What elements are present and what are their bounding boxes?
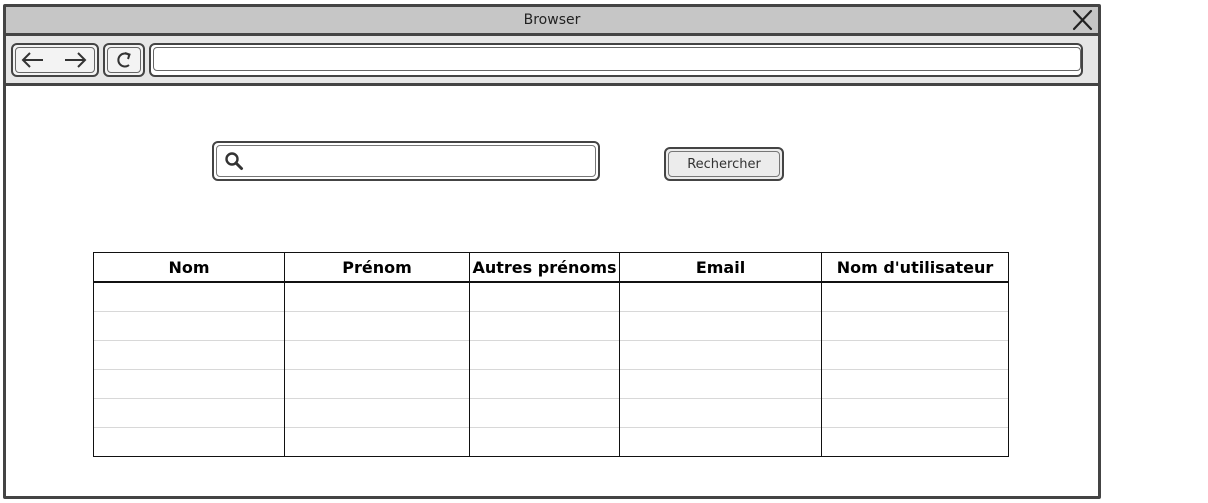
- table-cell: [284, 281, 470, 312]
- table-cell: [619, 427, 822, 457]
- table-cell: [469, 311, 620, 341]
- search-icon: [225, 152, 243, 170]
- column-header-nom-utilisateur[interactable]: Nom d'utilisateur: [821, 252, 1009, 283]
- column-header-email[interactable]: Email: [619, 252, 822, 283]
- address-input[interactable]: [153, 47, 1081, 71]
- table-cell: [284, 427, 470, 457]
- table-cell: [619, 369, 822, 399]
- table-row[interactable]: [93, 311, 1009, 341]
- table-header-row: Nom Prénom Autres prénoms Email Nom d'ut…: [93, 252, 1009, 283]
- navigation-buttons: [11, 43, 99, 77]
- table-cell: [821, 369, 1009, 399]
- arrow-left-icon: [21, 52, 43, 68]
- table-cell: [821, 281, 1009, 312]
- table-cell: [469, 398, 620, 428]
- table-cell: [284, 311, 470, 341]
- reload-button[interactable]: [103, 43, 145, 77]
- search-button-label: Rechercher: [668, 151, 780, 177]
- reload-button-frame: [107, 47, 141, 73]
- table-cell: [93, 311, 285, 341]
- table-cell: [469, 340, 620, 370]
- table-row[interactable]: [93, 281, 1009, 312]
- table-cell: [619, 398, 822, 428]
- address-bar[interactable]: [149, 43, 1083, 77]
- table-row[interactable]: [93, 398, 1009, 428]
- table-cell: [821, 398, 1009, 428]
- search-input[interactable]: [250, 148, 594, 174]
- table-cell: [619, 311, 822, 341]
- browser-toolbar: [6, 36, 1098, 86]
- table-cell: [619, 281, 822, 312]
- table-cell: [821, 311, 1009, 341]
- table-cell: [284, 340, 470, 370]
- table-row[interactable]: [93, 369, 1009, 399]
- table-cell: [469, 427, 620, 457]
- arrow-right-icon: [65, 52, 87, 68]
- page-content: Rechercher Nom Prénom Autres prénoms Ema…: [6, 86, 1098, 496]
- table-cell: [93, 281, 285, 312]
- table-cell: [469, 281, 620, 312]
- results-table: Nom Prénom Autres prénoms Email Nom d'ut…: [93, 252, 1009, 457]
- table-row[interactable]: [93, 427, 1009, 457]
- table-body: [93, 281, 1009, 457]
- table-cell: [93, 427, 285, 457]
- table-cell: [469, 369, 620, 399]
- title-bar: Browser: [6, 7, 1098, 36]
- table-row[interactable]: [93, 340, 1009, 370]
- column-header-nom[interactable]: Nom: [93, 252, 285, 283]
- table-cell: [93, 398, 285, 428]
- table-cell: [284, 398, 470, 428]
- table-cell: [821, 340, 1009, 370]
- table-cell: [93, 340, 285, 370]
- table-cell: [821, 427, 1009, 457]
- window-title: Browser: [523, 12, 581, 28]
- forward-button[interactable]: [55, 45, 95, 75]
- column-header-autres-prenoms[interactable]: Autres prénoms: [469, 252, 620, 283]
- search-button[interactable]: Rechercher: [664, 147, 784, 181]
- close-icon[interactable]: [1070, 8, 1094, 32]
- back-button[interactable]: [13, 45, 53, 75]
- table-cell: [619, 340, 822, 370]
- search-field[interactable]: [212, 141, 600, 181]
- browser-window: Browser Rechercher Nom Prénom Autres pré…: [3, 4, 1101, 499]
- column-header-prenom[interactable]: Prénom: [284, 252, 470, 283]
- table-cell: [93, 369, 285, 399]
- table-cell: [284, 369, 470, 399]
